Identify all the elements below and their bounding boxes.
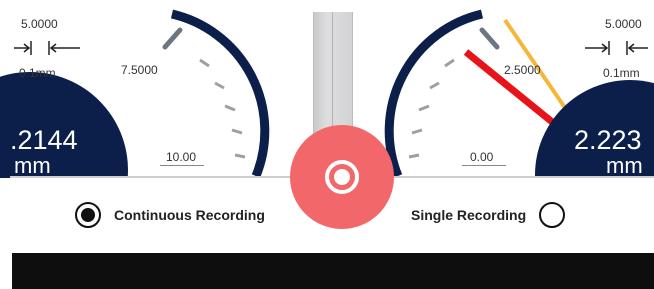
right-caliper-icon bbox=[585, 41, 648, 55]
left-gauge-major-tick bbox=[162, 27, 183, 50]
right-gauge-major-tick bbox=[479, 27, 500, 50]
record-icon-core bbox=[334, 169, 350, 185]
left-gauge-resolution: 0.1mm bbox=[19, 66, 56, 80]
right-gauge-end-marker bbox=[462, 165, 506, 166]
right-gauge-scale-label: 2.5000 bbox=[504, 63, 541, 77]
left-gauge-end-marker bbox=[160, 165, 204, 166]
right-reading-unit: mm bbox=[606, 153, 643, 178]
right-gauge-resolution: 0.1mm bbox=[603, 66, 640, 80]
left-reading-unit: mm bbox=[14, 153, 51, 178]
continuous-radio[interactable] bbox=[75, 202, 101, 228]
single-radio[interactable] bbox=[539, 202, 566, 228]
left-gauge-ticks bbox=[199, 58, 246, 159]
left-gauge-scale-label: 7.5000 bbox=[121, 63, 158, 77]
left-reading-value: .2144 bbox=[10, 125, 78, 155]
right-gauge-end-label: 0.00 bbox=[470, 150, 494, 164]
single-recording-option[interactable]: Single Recording bbox=[411, 202, 566, 228]
right-reading-value: 2.223 bbox=[574, 125, 642, 155]
left-gauge-top-label: 5.0000 bbox=[21, 17, 58, 31]
right-gauge-top-label: 5.0000 bbox=[605, 17, 642, 31]
record-button[interactable] bbox=[290, 125, 394, 229]
left-gauge-end-label: 10.00 bbox=[166, 150, 197, 164]
radio-selected-dot bbox=[81, 208, 95, 222]
continuous-recording-label: Continuous Recording bbox=[114, 207, 265, 223]
footer-bar bbox=[12, 253, 654, 289]
single-recording-label: Single Recording bbox=[411, 207, 527, 223]
right-gauge-ticks bbox=[408, 58, 455, 159]
left-caliper-icon bbox=[14, 41, 80, 55]
right-gauge-arc bbox=[384, 9, 484, 178]
continuous-recording-option[interactable]: Continuous Recording bbox=[75, 202, 265, 228]
